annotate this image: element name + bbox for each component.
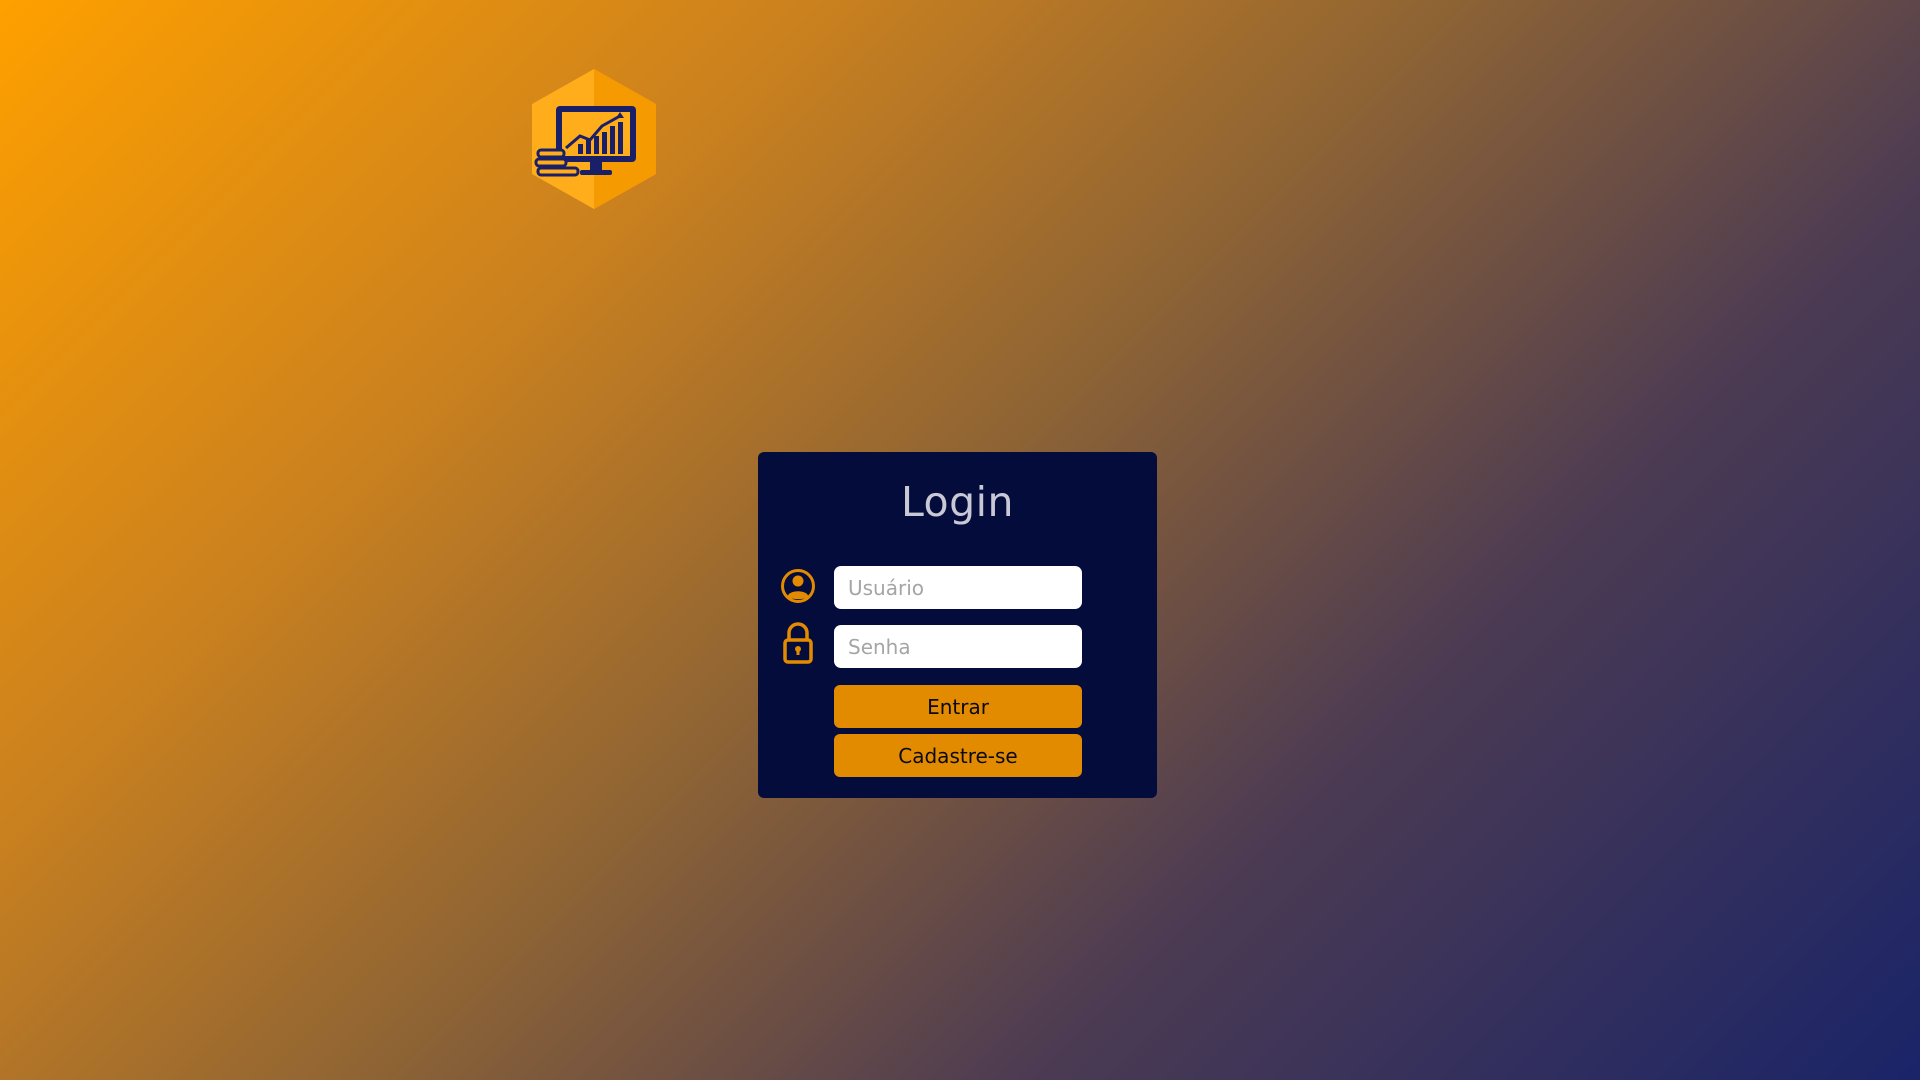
login-button[interactable]: Entrar <box>834 685 1082 728</box>
lock-icon <box>780 620 816 664</box>
login-card: Login Entrar Cadastre-se <box>758 452 1157 798</box>
username-input[interactable] <box>834 566 1082 609</box>
password-input[interactable] <box>834 625 1082 668</box>
login-title: Login <box>900 478 1015 526</box>
monitor-chart-icon <box>532 69 656 209</box>
app-logo <box>530 68 658 210</box>
register-button[interactable]: Cadastre-se <box>834 734 1082 777</box>
user-icon <box>780 564 816 608</box>
